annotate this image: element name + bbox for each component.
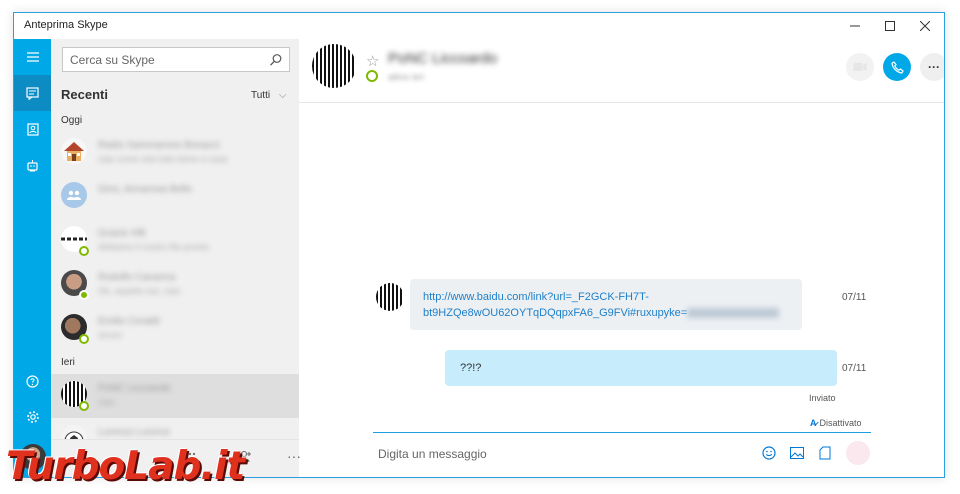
message-text: ??!? [460, 362, 482, 374]
favorite-star-icon[interactable]: ☆ [366, 52, 379, 70]
avatar [61, 138, 87, 164]
help-button[interactable] [14, 363, 51, 399]
contact-name: Rodolfo Cavanna [98, 272, 176, 283]
outgoing-message-bubble[interactable]: ??!? [445, 350, 837, 386]
contacts-icon [26, 122, 39, 136]
contact-item-selected[interactable]: PoNC Liccoardo ciao [51, 374, 299, 418]
contact-name: Gino, Annarosa Bello [98, 184, 192, 195]
video-call-icon [853, 63, 867, 71]
conversation-title: PoNC Liccoardo [388, 50, 498, 67]
title-bar: Anteprima Skype [14, 13, 944, 39]
filter-label: Tutti [251, 90, 271, 101]
contact-last-message: Ok, aspetto tue, ciao [98, 286, 181, 296]
contact-item[interactable]: Radio Sammarone Bonacci ciao come stai t… [51, 131, 299, 175]
settings-icon [26, 411, 39, 423]
call-button[interactable] [883, 53, 911, 81]
status-away-indicator [79, 246, 89, 256]
translator-label: Disattivato [819, 418, 862, 428]
contact-last-message: ciao [98, 397, 115, 407]
menu-button[interactable] [14, 39, 51, 75]
hamburger-icon [26, 52, 39, 62]
minimize-button[interactable] [838, 13, 872, 39]
file-icon [819, 446, 831, 460]
settings-button[interactable] [14, 399, 51, 435]
contact-avatar[interactable] [312, 44, 356, 88]
chevron-down-icon: ⌵ [278, 90, 287, 101]
call-icon [890, 60, 904, 74]
message-date: 07/11 [842, 363, 867, 374]
contact-last-message: Abbiamo il vostro file pronto [98, 242, 210, 252]
chats-button[interactable] [14, 75, 51, 111]
close-icon [920, 21, 930, 31]
nav-rail [14, 39, 51, 477]
search-placeholder: Cerca su Skype [70, 53, 155, 67]
link-line-1: http://www.baidu.com/link?url=_F2GCK-FH7… [423, 291, 649, 303]
status-away-indicator [366, 70, 378, 82]
incoming-message-bubble[interactable]: http://www.baidu.com/link?url=_F2GCK-FH7… [410, 279, 802, 330]
minimize-icon [850, 25, 860, 27]
bots-button[interactable] [14, 147, 51, 183]
contact-item[interactable]: Grazia Villi Abbiamo il vostro file pron… [51, 219, 299, 263]
help-icon [26, 374, 39, 388]
contact-item[interactable]: Emilio Ceraldi sicuro [51, 307, 299, 351]
conversation-header: ☆ PoNC Liccoardo attivo ieri ··· [299, 39, 944, 103]
contact-name: Grazia Villi [98, 228, 146, 239]
status-away-indicator [79, 401, 89, 411]
status-away-indicator [79, 334, 89, 344]
emoji-button[interactable] [760, 444, 778, 462]
composer-divider [373, 432, 871, 433]
image-icon [790, 447, 804, 459]
recent-filter-dropdown[interactable]: Tutti ⌵ [251, 90, 286, 101]
group-label-yesterday: Ieri [61, 357, 75, 368]
recent-heading: Recenti [61, 87, 108, 102]
sender-avatar [376, 283, 404, 311]
conversation-subtitle: attivo ieri [388, 72, 425, 82]
contact-name: PoNC Liccoardo [98, 383, 171, 394]
chat-icon [26, 86, 39, 100]
contact-list-panel: Cerca su Skype Recenti Tutti ⌵ Oggi Radi… [51, 39, 299, 477]
video-call-button[interactable] [846, 53, 874, 81]
message-input[interactable]: Digita un messaggio [378, 447, 487, 461]
send-file-button[interactable] [816, 444, 834, 462]
avatar [61, 182, 87, 208]
redacted-text [687, 308, 780, 319]
send-button[interactable] [846, 441, 870, 465]
translate-icon: A̷ [810, 418, 817, 428]
contact-last-message: sicuro [98, 330, 123, 340]
message-status: Inviato [809, 393, 836, 403]
message-date: 07/11 [842, 292, 867, 303]
window-title: Anteprima Skype [24, 19, 108, 31]
search-input[interactable]: Cerca su Skype [62, 47, 290, 72]
contact-last-message: ciao come stai tutto bene a casa [98, 154, 228, 164]
emoji-icon [762, 446, 776, 460]
contacts-button[interactable] [14, 111, 51, 147]
more-button[interactable]: ··· [920, 53, 944, 81]
status-online-indicator [79, 290, 89, 300]
bot-icon [27, 159, 38, 171]
send-image-button[interactable] [788, 444, 806, 462]
search-icon [270, 54, 282, 66]
translator-toggle[interactable]: A̷ Disattivato [810, 418, 862, 428]
link-line-2: bt9HZQe8wOU62OYTqDQqpxFA6_G9FVi#ruxupyke… [423, 307, 688, 319]
more-options-button[interactable]: ··· [287, 448, 301, 464]
contact-name: Emilio Ceraldi [98, 316, 160, 327]
contact-item[interactable]: Gino, Annarosa Bello [51, 175, 299, 219]
skype-window: Anteprima Skype Cerca su Skype Recenti T… [13, 12, 945, 478]
house-icon [64, 142, 84, 161]
more-icon: ··· [928, 60, 940, 74]
maximize-button[interactable] [873, 13, 907, 39]
group-icon [67, 190, 81, 200]
maximize-icon [885, 21, 895, 31]
more-icon: ··· [287, 448, 301, 464]
watermark-logo: TurboLab.it [6, 444, 245, 489]
contact-name: Radio Sammarone Bonacci [98, 140, 220, 151]
send-icon [854, 449, 862, 457]
close-button[interactable] [908, 13, 942, 39]
group-label-today: Oggi [61, 115, 83, 126]
contact-name: Lorenzo Lorenzi [98, 427, 170, 438]
message-link[interactable]: http://www.baidu.com/link?url=_F2GCK-FH7… [423, 289, 780, 321]
contact-item[interactable]: Rodolfo Cavanna Ok, aspetto tue, ciao [51, 263, 299, 307]
